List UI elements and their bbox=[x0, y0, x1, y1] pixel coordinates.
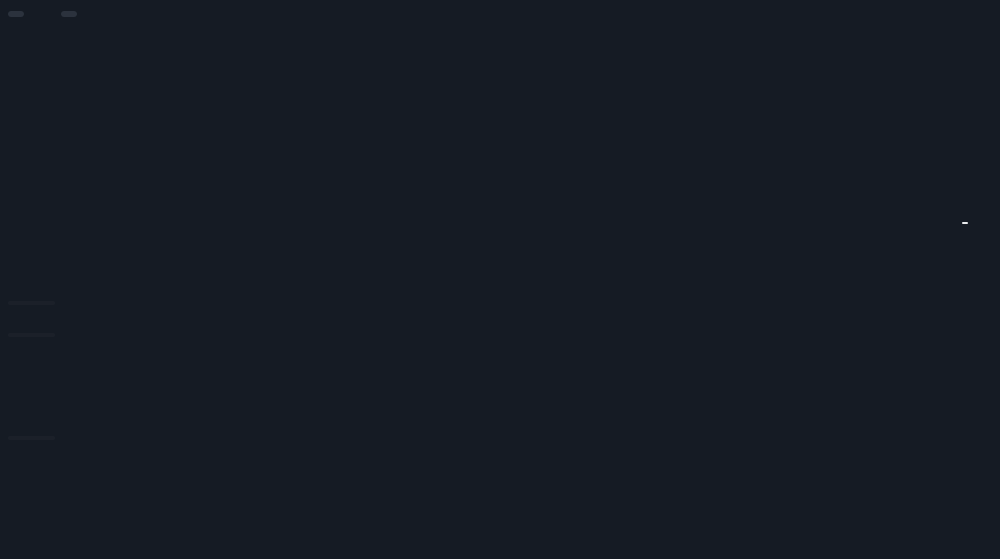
ma-indicator-legend bbox=[8, 301, 55, 305]
price-type-button[interactable] bbox=[61, 11, 77, 17]
rsi-indicator-legend bbox=[8, 436, 55, 440]
chart-canvas[interactable] bbox=[0, 0, 1000, 559]
current-price-tag bbox=[962, 222, 968, 224]
trading-chart-app bbox=[0, 0, 1000, 559]
macd-indicator-legend bbox=[8, 333, 55, 337]
timeframe-button[interactable] bbox=[8, 11, 24, 17]
